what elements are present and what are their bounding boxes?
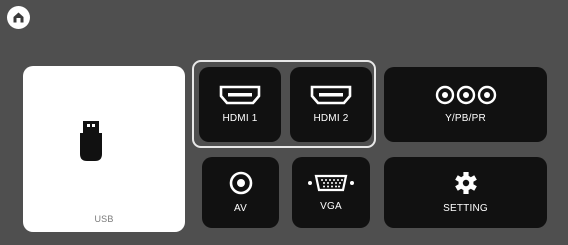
usb-label: USB: [94, 214, 114, 224]
input-tile-setting[interactable]: SETTING: [384, 157, 547, 228]
vga-port-icon: [308, 174, 354, 192]
input-tile-hdmi2[interactable]: HDMI 2: [290, 67, 372, 142]
hdmi2-label: HDMI 2: [313, 113, 349, 124]
input-tile-ypbpr[interactable]: Y/PB/PR: [384, 67, 547, 142]
vga-label: VGA: [320, 201, 342, 212]
rca-jack-icon: [229, 171, 252, 195]
usb-drive-icon: [80, 121, 102, 161]
home-icon: [13, 12, 24, 23]
input-tile-vga[interactable]: VGA: [292, 157, 370, 228]
hdmi-port-icon: [219, 85, 261, 105]
hdmi1-label: HDMI 1: [222, 113, 258, 124]
gear-icon: [454, 172, 477, 194]
component-rca-icon: [435, 85, 496, 105]
setting-label: SETTING: [443, 203, 488, 214]
ypbpr-label: Y/PB/PR: [445, 113, 486, 124]
home-button[interactable]: [7, 6, 30, 29]
input-tile-hdmi1[interactable]: HDMI 1: [199, 67, 281, 142]
av-label: AV: [234, 203, 247, 214]
input-tile-av[interactable]: AV: [202, 157, 279, 228]
hdmi-port-icon: [310, 85, 352, 105]
input-tile-usb[interactable]: USB: [23, 66, 185, 232]
